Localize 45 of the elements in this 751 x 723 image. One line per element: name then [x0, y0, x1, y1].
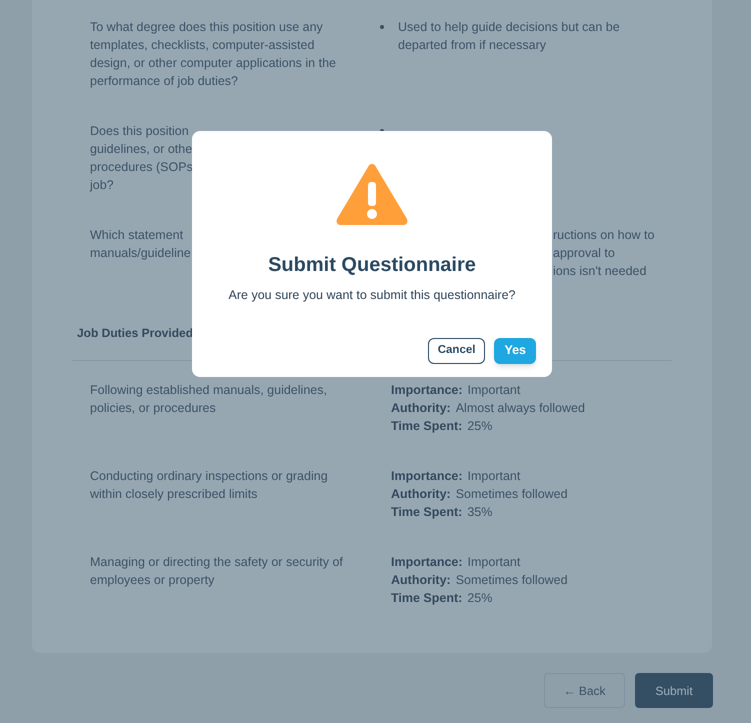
- answer-text: departed from if necessary: [398, 37, 546, 54]
- duty-text: Following established manuals, guidelines, policies, or procedures: [90, 382, 328, 417]
- dialog-title: Submit Questionnaire: [268, 253, 476, 278]
- field-value: 35%: [467, 504, 492, 521]
- question-text: design, or other computer applications in the: [90, 55, 336, 72]
- confirm-button[interactable]: Yes: [494, 338, 536, 364]
- bullet-icon: [380, 25, 384, 29]
- question-text: Which statement: [90, 227, 184, 244]
- field-value: Important: [468, 382, 520, 399]
- section-title: Job Duties Provided: [77, 326, 194, 340]
- field-value: 25%: [467, 590, 492, 607]
- answer-text: ructions on how to: [553, 227, 654, 244]
- question-text: Does this position: [90, 123, 189, 140]
- duty-text: Managing or directing the safety or security of employees or property: [90, 554, 344, 589]
- question-text: templates, checklists, computer-assisted: [90, 37, 314, 54]
- field-label: Importance:: [391, 554, 463, 571]
- question-text: job?: [90, 177, 114, 194]
- duty-text: Conducting ordinary inspections or grading within closely prescribed limits: [90, 468, 329, 503]
- field-value: Important: [468, 554, 520, 571]
- question-text: To what degree does this position use any: [90, 19, 323, 36]
- answer-text: ions isn't needed: [553, 263, 646, 280]
- warning-icon: [335, 162, 409, 226]
- question-text: performance of job duties?: [90, 73, 238, 90]
- field-value: Important: [468, 468, 520, 485]
- field-label: Authority:: [391, 572, 451, 589]
- question-text: guidelines, or othe: [90, 141, 192, 158]
- dialog-message: Are you sure you want to submit this questionnaire?: [228, 287, 516, 304]
- field-label: Time Spent:: [391, 504, 462, 521]
- submit-button[interactable]: Submit: [635, 673, 713, 708]
- answer-text: Used to help guide decisions but can be: [398, 19, 620, 36]
- back-button[interactable]: ← Back: [544, 673, 625, 708]
- field-label: Importance:: [391, 382, 463, 399]
- field-label: Authority:: [391, 486, 451, 503]
- cancel-button[interactable]: Cancel: [428, 338, 486, 364]
- field-label: Importance:: [391, 468, 463, 485]
- field-label: Authority:: [391, 400, 451, 417]
- question-text: procedures (SOPs: [90, 159, 193, 176]
- question-text: manuals/guideline: [90, 245, 191, 262]
- field-label: Time Spent:: [391, 418, 462, 435]
- field-value: Almost always followed: [456, 400, 585, 417]
- field-value: Sometimes followed: [456, 486, 568, 503]
- answer-text: approval to: [553, 245, 615, 262]
- field-label: Time Spent:: [391, 590, 462, 607]
- field-value: 25%: [467, 418, 492, 435]
- field-value: Sometimes followed: [456, 572, 568, 589]
